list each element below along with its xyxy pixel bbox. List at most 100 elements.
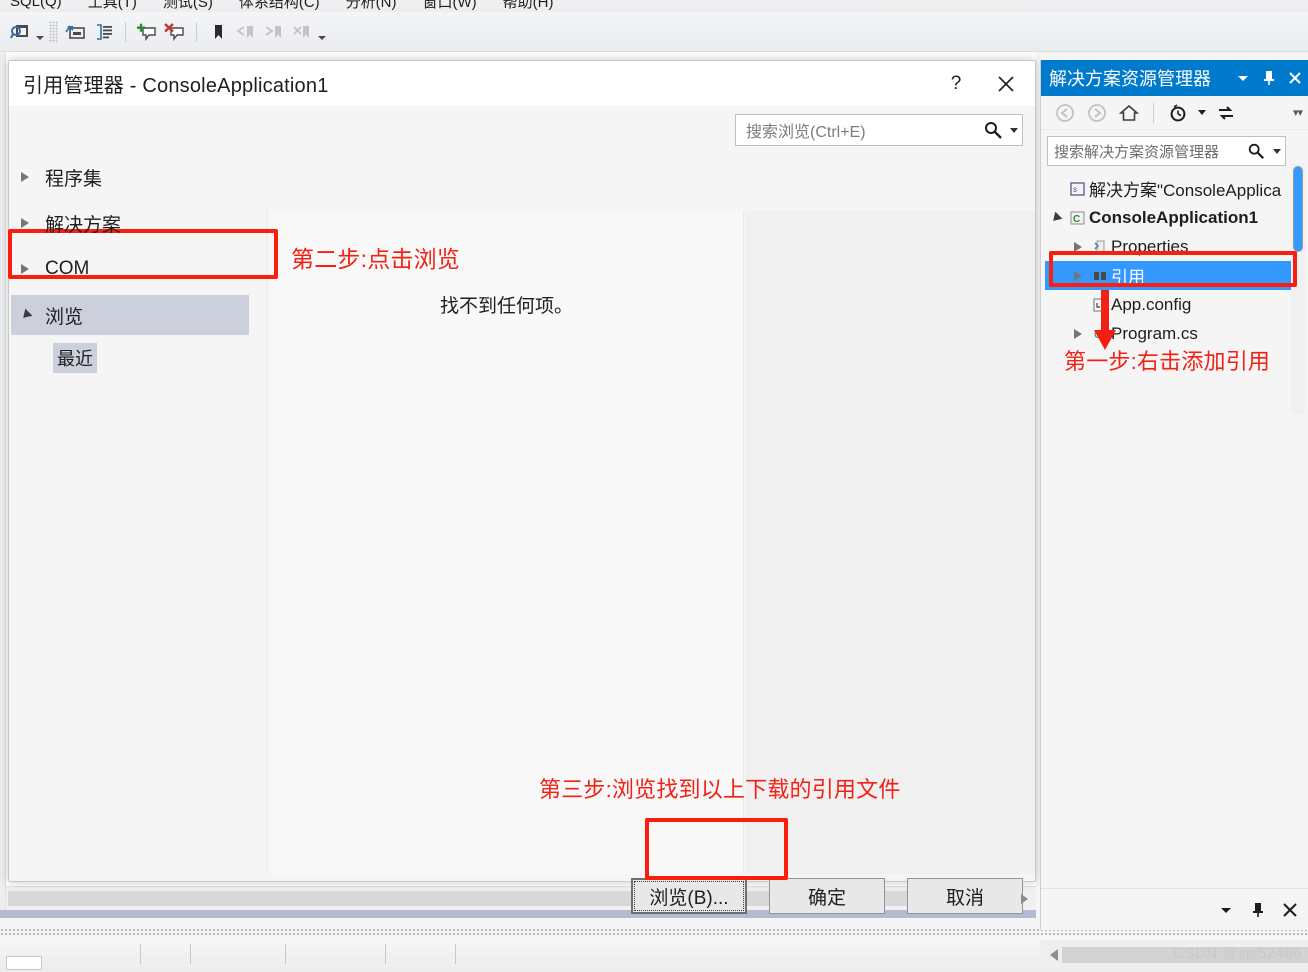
close-icon[interactable] (1282, 60, 1308, 96)
tree-item-solution[interactable]: s 解决方案"ConsoleApplica (1045, 174, 1308, 203)
solution-explorer-footer (1041, 888, 1308, 930)
chevron-right-icon[interactable] (1067, 241, 1089, 252)
chevron-right-icon[interactable] (21, 172, 45, 182)
category-tree: 程序集 解决方案 COM 浏览 最近 (11, 154, 259, 874)
pending-changes-icon[interactable] (1164, 100, 1192, 126)
chevron-down-icon[interactable] (1230, 60, 1256, 96)
tree-item-references[interactable]: 引用 (1045, 261, 1298, 290)
search-options-chevron-icon[interactable] (1269, 148, 1285, 154)
chevron-right-icon[interactable] (21, 218, 45, 228)
pending-changes-chevron-icon[interactable] (1196, 110, 1208, 115)
annotation-step1: 第一步:右击添加引用 (1064, 349, 1271, 374)
empty-message: 找不到任何项。 (439, 296, 573, 317)
dialog-button-bar: 浏览(B)... 确定 取消 (9, 866, 1035, 926)
find-in-files-icon[interactable] (6, 19, 34, 45)
add-comment-icon[interactable] (133, 19, 161, 45)
tree-item-project[interactable]: C ConsoleApplication1 (1045, 203, 1308, 232)
chevron-right-icon[interactable] (1067, 270, 1089, 281)
help-button[interactable]: ? (933, 61, 979, 106)
watermark: CSDN @sjs52406 (1173, 945, 1302, 962)
tree-item-app-config[interactable]: App.config (1045, 290, 1308, 319)
next-bookmark-icon[interactable] (260, 19, 288, 45)
category-label: 解决方案 (45, 214, 122, 236)
taskbar-separator (455, 944, 456, 964)
category-item-assemblies[interactable]: 程序集 (11, 154, 259, 200)
browse-button[interactable]: 浏览(B)... (631, 878, 747, 914)
tree-item-label: ConsoleApplication1 (1089, 207, 1259, 227)
tree-item-label: App.config (1111, 294, 1192, 314)
csharp-project-icon: C (1067, 210, 1089, 226)
editor-left-rail (0, 52, 6, 912)
taskbar-separator (140, 944, 141, 964)
home-icon[interactable] (1115, 100, 1143, 126)
navigate-to-icon[interactable] (62, 19, 90, 45)
menu-item[interactable]: 窗口(W) (423, 0, 477, 12)
search-options-chevron-icon[interactable] (1006, 127, 1022, 133)
category-item-com[interactable]: COM (11, 246, 259, 292)
ok-button[interactable]: 确定 (769, 878, 885, 914)
svg-text:C: C (1094, 329, 1102, 341)
dialog-body: 搜索浏览(Ctrl+E) 程序集 解决方案 COM 浏览 最近 找不到任何项。 … (9, 106, 1035, 914)
taskbar-separator (285, 944, 286, 964)
scrollbar-thumb[interactable] (1293, 166, 1303, 252)
refresh-icon[interactable] (1212, 100, 1240, 126)
tree-item-label: Program.cs (1111, 323, 1198, 343)
category-item-solution[interactable]: 解决方案 (11, 200, 259, 246)
cancel-button[interactable]: 取消 (907, 878, 1023, 914)
forward-arrow-icon[interactable] (1083, 100, 1111, 126)
comment-selection-icon[interactable] (90, 19, 118, 45)
solution-explorer-panel: 解决方案资源管理器 ▾▾ 搜索解决方案资源管理器 s 解决方案"ConsoleA… (1040, 60, 1308, 930)
svg-text:s: s (1073, 185, 1077, 194)
solution-explorer-toolbar: ▾▾ (1041, 96, 1308, 130)
previous-bookmark-icon[interactable] (232, 19, 260, 45)
remove-comment-icon[interactable] (161, 19, 189, 45)
dialog-title-bar: 引用管理器 - ConsoleApplication1 ? (9, 61, 1035, 106)
search-input[interactable]: 搜索浏览(Ctrl+E) (735, 114, 1023, 146)
taskbar-thumbnail[interactable] (6, 956, 42, 970)
chevron-right-icon[interactable] (21, 264, 45, 274)
clear-bookmarks-icon[interactable] (288, 19, 316, 45)
menu-item[interactable]: 帮助(H) (503, 0, 554, 12)
menu-item[interactable]: 工具(T) (88, 0, 137, 12)
chevron-down-icon[interactable] (19, 308, 45, 322)
tree-item-label: 解决方案"ConsoleApplica (1089, 181, 1282, 200)
references-icon (1089, 268, 1111, 284)
tree-item-label: Properties (1111, 236, 1189, 256)
solution-tree: s 解决方案"ConsoleApplica C ConsoleApplicati… (1041, 174, 1308, 348)
scroll-left-arrow-icon[interactable] (1050, 949, 1058, 961)
solution-explorer-scrollbar[interactable] (1291, 164, 1305, 414)
taskbar-separator (385, 944, 386, 964)
menu-item[interactable]: 分析(N) (346, 0, 397, 12)
menu-item[interactable]: SQL(Q) (10, 0, 62, 10)
panel-title: 解决方案资源管理器 (1049, 69, 1211, 89)
chevron-down-icon[interactable] (1045, 211, 1067, 224)
solution-search-input[interactable]: 搜索解决方案资源管理器 (1047, 136, 1286, 166)
toolbar-overflow-icon[interactable]: ▾▾ (1293, 106, 1303, 119)
csharp-file-icon: C (1089, 326, 1111, 342)
tree-item-properties[interactable]: Properties (1045, 232, 1308, 261)
annotation-step2: 第二步:点击浏览 (291, 246, 460, 272)
close-button[interactable] (983, 61, 1029, 106)
chevron-down-icon[interactable] (1213, 897, 1239, 923)
config-file-icon (1089, 297, 1111, 313)
bookmark-icon[interactable] (204, 19, 232, 45)
search-icon[interactable] (1243, 142, 1269, 160)
pin-icon[interactable] (1256, 60, 1282, 96)
toolbar-gripper[interactable] (49, 20, 58, 43)
screen: SQL(Q) 工具(T) 测试(S) 体系结构(C) 分析(N) 窗口(W) 帮助(H) (0, 0, 1308, 972)
toolbar-overflow-icon[interactable] (316, 19, 327, 45)
scroll-right-arrow-icon[interactable] (1021, 893, 1028, 904)
category-sub-label: 最近 (53, 343, 97, 373)
menu-item[interactable]: 体系结构(C) (239, 0, 320, 12)
close-icon[interactable] (1277, 897, 1303, 923)
pin-icon[interactable] (1245, 897, 1271, 923)
menu-item[interactable]: 测试(S) (163, 0, 213, 12)
search-icon[interactable] (980, 120, 1006, 140)
category-item-recent[interactable]: 最近 (11, 338, 259, 378)
category-label: 程序集 (45, 168, 103, 190)
category-item-browse[interactable]: 浏览 (11, 292, 259, 338)
find-dropdown-icon[interactable] (34, 19, 45, 45)
back-arrow-icon[interactable] (1051, 100, 1079, 126)
properties-icon (1089, 239, 1111, 255)
chevron-right-icon[interactable] (1067, 328, 1089, 339)
